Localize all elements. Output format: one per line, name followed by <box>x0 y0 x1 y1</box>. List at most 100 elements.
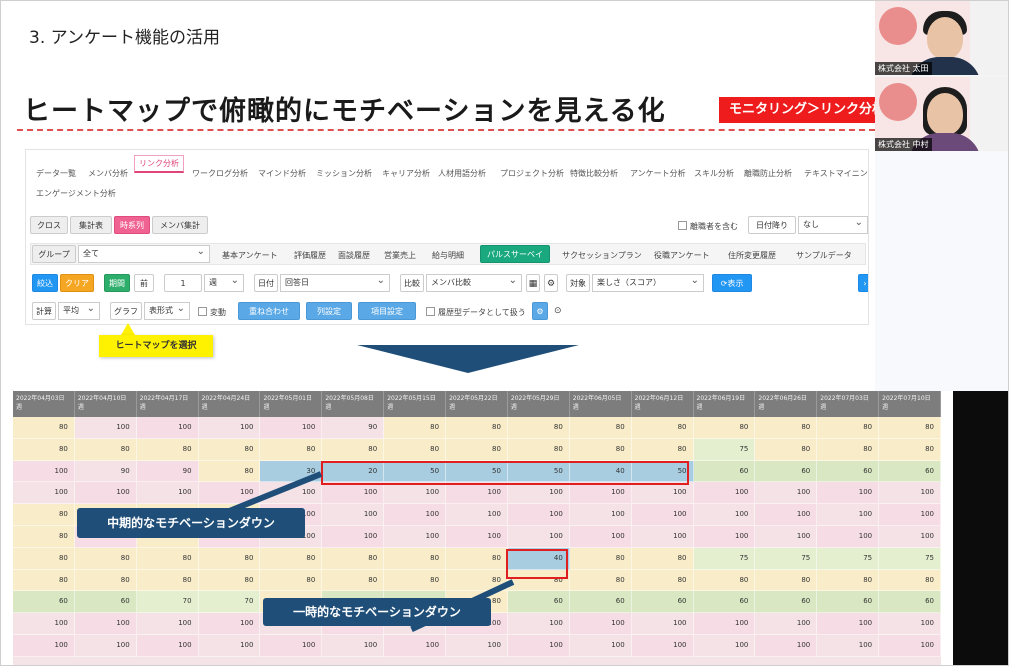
column-header-unit: 週 <box>449 404 456 411</box>
heatmap-column-header[interactable]: 2022年05月29日週 <box>507 391 570 417</box>
include-leavers-checkbox[interactable] <box>678 221 687 230</box>
group-tab-succession[interactable]: サクセッションプラン <box>562 250 642 261</box>
group-tab-position-survey[interactable]: 役職アンケート <box>654 250 710 261</box>
heatmap-cell: 80 <box>13 547 75 570</box>
heatmap-column-header[interactable]: 2022年06月26日週 <box>755 391 818 417</box>
heatmap-cell: 60 <box>569 591 632 614</box>
date-field-select[interactable]: 回答日 <box>280 274 390 292</box>
group-tab-sample-data[interactable]: サンプルデータ <box>796 250 852 261</box>
tab-engagement-analysis[interactable]: エンゲージメント分析 <box>36 188 116 199</box>
filter-button[interactable]: 絞込 <box>32 274 58 292</box>
heatmap-cell: 80 <box>507 438 570 461</box>
tab-feature-compare[interactable]: 特徴比較分析 <box>570 168 618 179</box>
date-sort-select[interactable]: なし <box>798 216 868 234</box>
show-button[interactable]: ⟳表示 <box>712 274 752 292</box>
tab-project-analysis[interactable]: プロジェクト分析 <box>500 168 564 179</box>
heatmap-cell: 60 <box>817 591 880 614</box>
heatmap-column-header[interactable]: 2022年04月17日週 <box>136 391 199 417</box>
heatmap-cell: 80 <box>384 438 447 461</box>
heatmap-column-header[interactable]: 2022年05月08日週 <box>322 391 385 417</box>
history-data-checkbox[interactable] <box>426 307 435 316</box>
heatmap-cell: 90 <box>136 460 199 483</box>
tab-mind-analysis[interactable]: マインド分析 <box>258 168 306 179</box>
period-button[interactable]: 期間 <box>104 274 130 292</box>
heatmap-column-header[interactable]: 2022年04月03日週 <box>13 391 75 417</box>
tab-mission-analysis[interactable]: ミッション分析 <box>316 168 372 179</box>
tab-link-analysis[interactable]: リンク分析 <box>134 155 184 173</box>
side-toggle-button[interactable]: › <box>858 274 868 292</box>
heatmap-column-header[interactable]: 2022年04月10日週 <box>74 391 137 417</box>
group-tab-basic-survey[interactable]: 基本アンケート <box>222 250 278 261</box>
heatmap-column-header[interactable]: 2022年06月19日週 <box>693 391 756 417</box>
heatmap-cell: 100 <box>446 482 508 505</box>
heatmap-cell: 80 <box>879 569 941 592</box>
settings-icon-button[interactable]: ⚙ <box>532 302 548 320</box>
tab-data-list[interactable]: データ一覧 <box>36 168 76 179</box>
heatmap-cell: 75 <box>817 547 880 570</box>
range-unit-select[interactable]: 週 <box>204 274 244 292</box>
tab-text-mining[interactable]: テキストマイニング <box>804 168 868 179</box>
column-header-unit: 週 <box>696 404 703 411</box>
heatmap-column-header[interactable]: 2022年05月01日週 <box>260 391 323 417</box>
tab-skill-analysis[interactable]: スキル分析 <box>694 168 734 179</box>
tab-survey-analysis[interactable]: アンケート分析 <box>630 168 686 179</box>
tab-turnover-analysis[interactable]: 離職防止分析 <box>744 168 792 179</box>
heatmap-cell: 100 <box>693 504 756 526</box>
date-sort-label: 日付降り <box>748 216 796 234</box>
member-summary-button[interactable]: メンバ集計 <box>152 216 208 234</box>
group-tab-salary[interactable]: 給与明細 <box>432 250 464 261</box>
target-select[interactable]: 楽しさ（スコア） <box>592 274 704 292</box>
heatmap-cell: 100 <box>631 526 694 548</box>
compare-select[interactable]: メンバ比較 <box>426 274 522 292</box>
tab-member-analysis[interactable]: メンバ分析 <box>88 168 128 179</box>
heatmap-column-header[interactable]: 2022年05月15日週 <box>384 391 447 417</box>
heatmap-cell: 80 <box>260 547 323 570</box>
tab-career-analysis[interactable]: キャリア分析 <box>382 168 430 179</box>
heatmap-column-header[interactable]: 2022年06月05日週 <box>569 391 632 417</box>
group-tab-evaluation[interactable]: 評価履歴 <box>294 250 326 261</box>
heatmap-cell: 100 <box>631 635 694 657</box>
range-count-input[interactable]: 1 <box>164 274 202 292</box>
column-settings-button[interactable]: 列設定 <box>306 302 352 320</box>
tab-hr-term-analysis[interactable]: 人材用語分析 <box>438 168 486 179</box>
heatmap-cell: 100 <box>13 613 75 635</box>
heatmap-cell: 60 <box>879 591 941 614</box>
cross-button[interactable]: クロス <box>30 216 68 234</box>
column-header-unit: 週 <box>387 404 394 411</box>
heatmap-cell: 80 <box>693 417 756 439</box>
heatmap-cell: 100 <box>136 482 199 505</box>
group-tab-sales[interactable]: 営業売上 <box>384 250 416 261</box>
heatmap-cell: 100 <box>384 526 447 548</box>
summary-table-button[interactable]: 集計表 <box>70 216 112 234</box>
heatmap-column-header[interactable]: 2022年06月12日週 <box>631 391 694 417</box>
group-tab-interview[interactable]: 面談履歴 <box>338 250 370 261</box>
heatmap-cell: 80 <box>13 526 75 548</box>
group-select[interactable]: 全て <box>78 245 210 263</box>
group-tab-address-change[interactable]: 住所変更履歴 <box>728 250 776 261</box>
item-settings-button[interactable]: 項目設定 <box>358 302 416 320</box>
help-icon[interactable]: ⊙ <box>554 306 562 316</box>
heatmap-column-header[interactable]: 2022年07月10日週 <box>879 391 941 417</box>
heatmap-column-header[interactable]: 2022年05月22日週 <box>446 391 508 417</box>
clear-button[interactable]: クリア <box>60 274 94 292</box>
heatmap-cell: 80 <box>198 547 261 570</box>
heatmap-cell: 80 <box>569 569 632 592</box>
calc-select[interactable]: 平均 <box>58 302 100 320</box>
heatmap-cell: 80 <box>446 438 508 461</box>
overlay-button[interactable]: 重ね合わせ <box>238 302 300 320</box>
gear-icon[interactable]: ⚙ <box>544 274 558 292</box>
time-series-button[interactable]: 時系列 <box>114 216 150 234</box>
fluctuation-checkbox[interactable] <box>198 307 207 316</box>
column-header-date: 2022年05月15日 <box>387 395 436 402</box>
grid-icon[interactable]: ▦ <box>526 274 540 292</box>
column-header-unit: 週 <box>201 404 208 411</box>
graph-type-select[interactable]: 表形式 <box>144 302 190 320</box>
group-tab-pulse-survey[interactable]: パルスサーベイ <box>480 245 550 263</box>
callout-pointer <box>121 323 135 335</box>
column-header-unit: 週 <box>325 404 332 411</box>
tab-worklog-analysis[interactable]: ワークログ分析 <box>192 168 248 179</box>
heatmap-column-header[interactable]: 2022年07月03日週 <box>817 391 880 417</box>
heatmap-cell: 100 <box>755 482 818 505</box>
heatmap-column-header[interactable]: 2022年04月24日週 <box>198 391 261 417</box>
heatmap-cell: 80 <box>322 547 385 570</box>
